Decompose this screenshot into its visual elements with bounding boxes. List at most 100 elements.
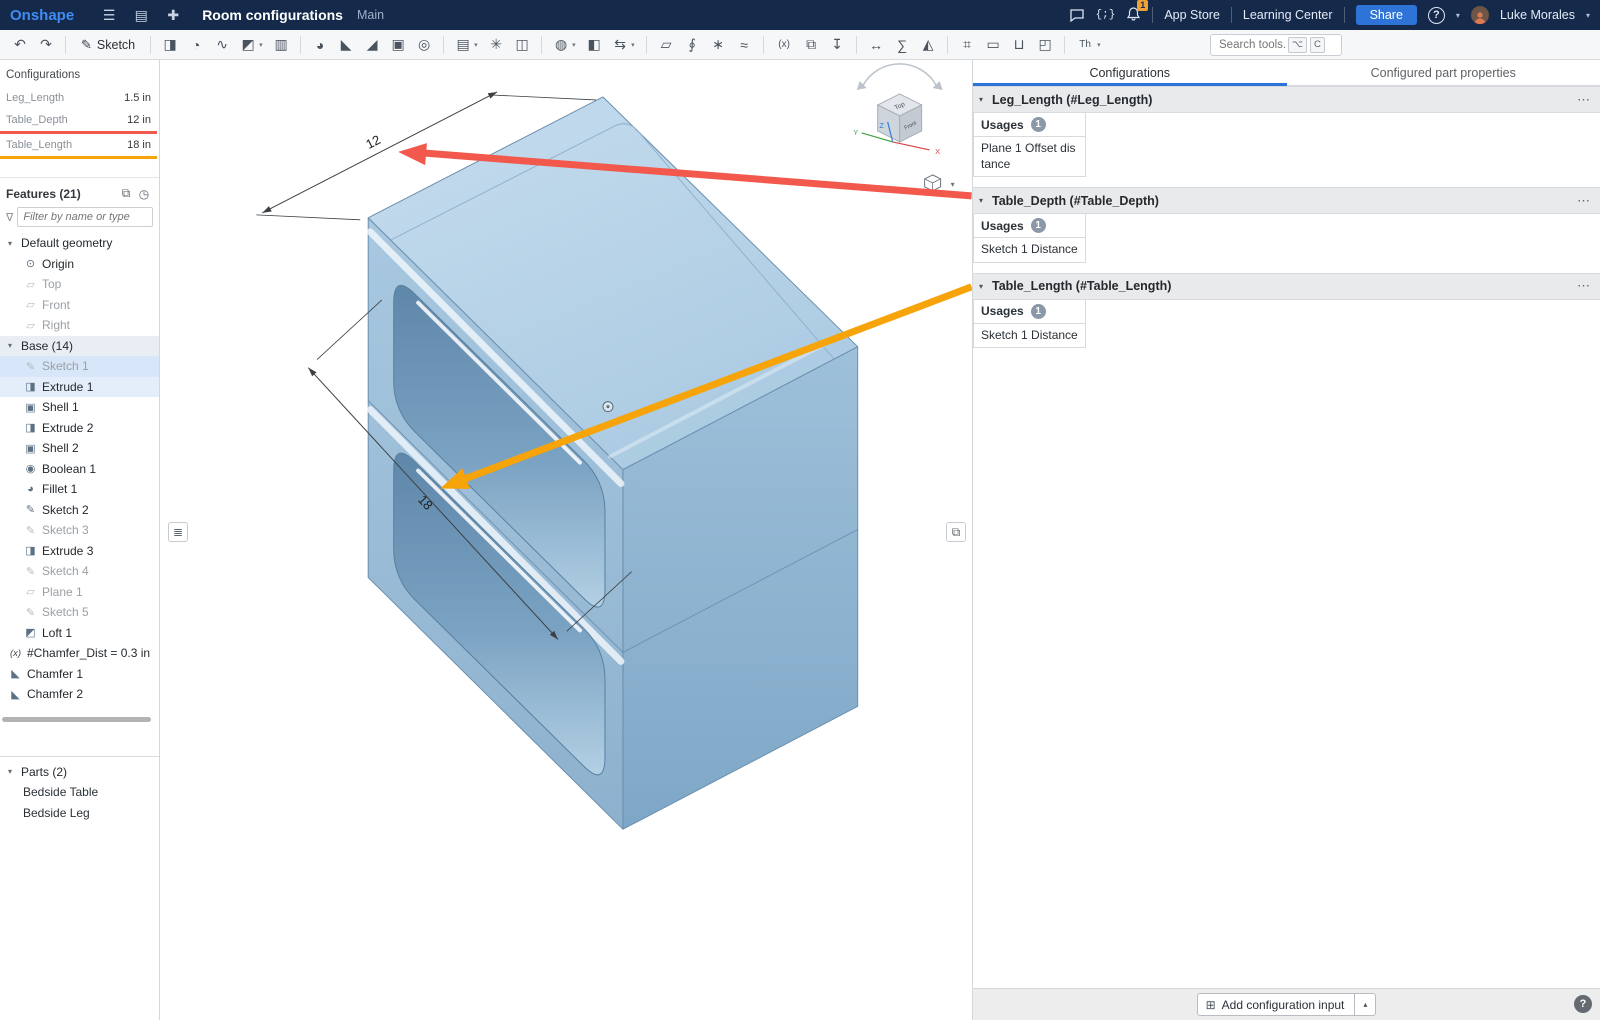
config-section-header[interactable]: ▾ Table_Depth (#Table_Depth) ⋯ [973, 187, 1600, 214]
section-menu-icon[interactable]: ⋯ [1577, 278, 1590, 294]
feature-item[interactable]: ◉Boolean 1 [0, 459, 159, 480]
frame-icon[interactable]: ◰ [1033, 36, 1057, 53]
thicken-icon[interactable]: ▥ [269, 36, 293, 53]
horizontal-scrollbar[interactable] [2, 717, 151, 722]
feature-item[interactable]: ⊙Origin [0, 254, 159, 275]
featurescript-icon[interactable]: {;} [1096, 9, 1116, 21]
avatar[interactable] [1471, 6, 1489, 24]
sheet-metal-icon[interactable]: ⌗ [955, 36, 979, 53]
feature-options-icon[interactable]: ⧉ [117, 186, 135, 201]
notifications-bell-icon[interactable]: 1 [1126, 6, 1141, 25]
feature-item[interactable]: ◕Fillet 1 [0, 479, 159, 500]
feature-filter-input[interactable] [17, 207, 153, 227]
derived-icon[interactable]: ⧉ [799, 36, 823, 53]
model-viewport[interactable]: 12 18 Top Front Y Z [160, 60, 972, 1020]
workspace-name[interactable]: Main [357, 8, 384, 22]
helix-icon[interactable]: ∮ [680, 36, 704, 53]
insert-element-icon[interactable]: ✚ [162, 0, 184, 30]
undo-icon[interactable]: ↶ [8, 36, 32, 53]
help-menu-icon[interactable]: ? [1428, 7, 1445, 24]
mate-connector-icon[interactable] [603, 402, 613, 412]
hole-icon[interactable]: ◎ [412, 36, 436, 53]
section-menu-icon[interactable]: ⋯ [1577, 193, 1590, 209]
extrude-icon[interactable]: ◨ [158, 36, 182, 53]
mirror-icon[interactable]: ◫ [510, 36, 534, 53]
feature-item[interactable]: ✎Sketch 4 [0, 561, 159, 582]
redo-icon[interactable]: ↷ [34, 36, 58, 53]
chevron-down-icon[interactable]: ▾ [259, 41, 267, 49]
feature-item[interactable]: ▱Top [0, 274, 159, 295]
feature-item[interactable]: ▣Shell 1 [0, 397, 159, 418]
draft-icon[interactable]: ◢ [360, 36, 384, 53]
perspective-menu[interactable]: ▾ [925, 175, 955, 191]
sketch-button[interactable]: ✎ Sketch [73, 35, 143, 55]
config-section-header[interactable]: ▾ Table_Length (#Table_Length) ⋯ [973, 273, 1600, 300]
feature-item[interactable]: ✎Sketch 1 [0, 356, 159, 377]
help-button[interactable]: ? [1574, 995, 1592, 1013]
feature-item[interactable]: ▱Front [0, 295, 159, 316]
tab-configurations[interactable]: Configurations [973, 60, 1287, 85]
usage-detail-cell[interactable]: Plane 1 Offset distance [973, 137, 1086, 177]
chevron-down-icon[interactable]: ▾ [572, 41, 580, 49]
feature-item[interactable]: ◣Chamfer 1 [0, 664, 159, 685]
chevron-down-icon[interactable]: ▾ [631, 41, 639, 49]
add-configuration-input-button[interactable]: ⊞ Add configuration input ▴ [1197, 993, 1377, 1016]
panel-toggle-button[interactable]: ⧉ [946, 522, 966, 542]
onshape-logo[interactable]: Onshape [10, 7, 74, 24]
text-tool-icon[interactable]: Th [1072, 39, 1098, 50]
chevron-down-icon[interactable]: ▾ [979, 282, 992, 291]
config-var-table-depth[interactable]: Table_Depth 12 in [0, 109, 159, 131]
config-var-leg-length[interactable]: Leg_Length 1.5 in [0, 87, 159, 109]
variable-icon[interactable]: (x) [771, 39, 797, 50]
feature-item[interactable]: ◨Extrude 2 [0, 418, 159, 439]
revolve-icon[interactable]: ◔ [184, 37, 208, 53]
section-menu-icon[interactable]: ⋯ [1577, 92, 1590, 108]
bedside-table-model[interactable] [368, 97, 857, 829]
feature-item[interactable]: ✎Sketch 3 [0, 520, 159, 541]
3d-scene[interactable]: 12 18 Top Front Y Z [160, 60, 972, 1020]
measure-icon[interactable]: ↔ [864, 37, 888, 53]
feature-item[interactable]: ▱Right [0, 315, 159, 336]
search-tools-box[interactable]: ⌥ C [1210, 34, 1342, 56]
search-tools-input[interactable] [1219, 39, 1285, 51]
chevron-down-icon[interactable]: ▾ [979, 196, 992, 205]
transform-icon[interactable]: ⇆ [608, 36, 632, 53]
section-view-icon[interactable]: ◭ [916, 36, 940, 53]
curve-icon[interactable]: ≈ [732, 37, 756, 53]
feature-group-default-geometry[interactable]: ▾Default geometry [0, 233, 159, 254]
circular-pattern-icon[interactable]: ✳ [484, 36, 508, 53]
tab-configured-part-properties[interactable]: Configured part properties [1287, 60, 1600, 85]
chevron-down-icon[interactable]: ▾ [8, 239, 21, 248]
history-icon[interactable]: ◷ [135, 187, 153, 201]
view-cube[interactable]: Top Front Y Z X [853, 64, 942, 156]
feature-item[interactable]: ◩Loft 1 [0, 623, 159, 644]
parts-group-header[interactable]: ▾Parts (2) [0, 762, 159, 783]
feature-item[interactable]: ◣Chamfer 2 [0, 684, 159, 705]
flange-icon[interactable]: ▭ [981, 36, 1005, 53]
boolean-icon[interactable]: ◍ [549, 36, 573, 53]
user-name[interactable]: Luke Morales [1500, 8, 1575, 22]
part-item[interactable]: Bedside Leg [0, 803, 159, 824]
feature-group-base[interactable]: ▾Base (14) [0, 336, 159, 357]
feature-item[interactable]: ▱Plane 1 [0, 582, 159, 603]
learning-center-link[interactable]: Learning Center [1243, 8, 1333, 22]
chevron-down-icon[interactable]: ▾ [8, 341, 21, 350]
feature-item[interactable]: ▣Shell 2 [0, 438, 159, 459]
chamfer-icon[interactable]: ◣ [334, 36, 358, 53]
feature-list-toggle-button[interactable]: ≣ [168, 522, 188, 542]
mass-properties-icon[interactable]: ∑ [890, 37, 914, 53]
feature-item[interactable]: ✎Sketch 2 [0, 500, 159, 521]
chevron-down-icon[interactable]: ▾ [1097, 41, 1105, 49]
point-icon[interactable]: ∗ [706, 36, 730, 53]
tab-icon[interactable]: ⊔ [1007, 36, 1031, 53]
share-button[interactable]: Share [1356, 5, 1417, 25]
split-icon[interactable]: ◧ [582, 36, 606, 53]
usage-detail-cell[interactable]: Sketch 1 Distance [973, 238, 1086, 263]
shell-icon[interactable]: ▣ [386, 36, 410, 53]
part-item[interactable]: Bedside Table [0, 782, 159, 803]
sweep-icon[interactable]: ∿ [210, 36, 234, 53]
chevron-down-icon[interactable]: ▾ [979, 95, 992, 104]
linear-pattern-icon[interactable]: ▤ [451, 36, 475, 53]
chevron-up-icon[interactable]: ▴ [1355, 1000, 1375, 1009]
config-var-table-length[interactable]: Table_Length 18 in [0, 134, 159, 156]
